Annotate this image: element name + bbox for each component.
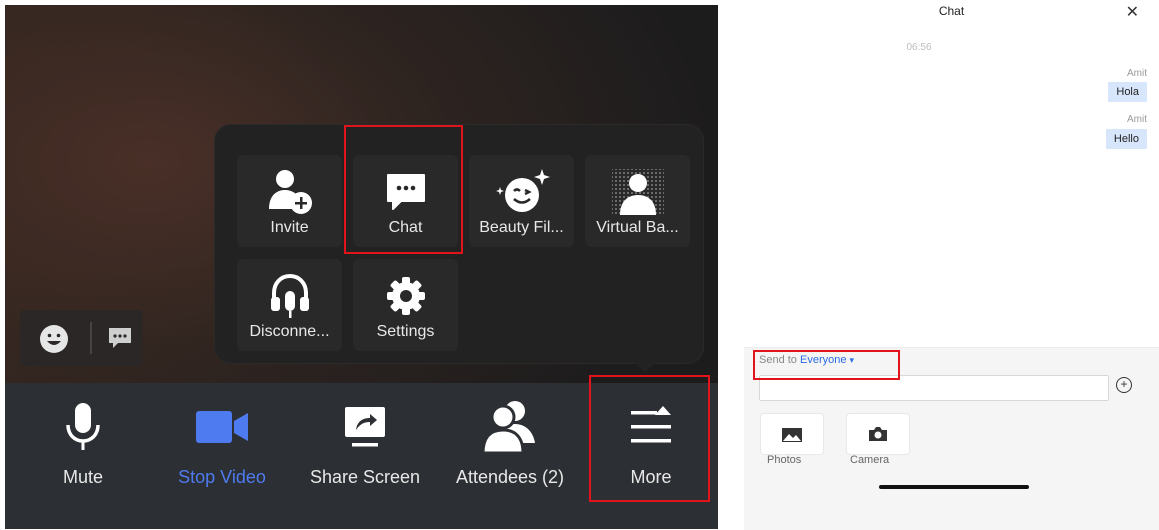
message-bubble: Hello (1105, 129, 1147, 149)
stop-video-label: Stop Video (178, 467, 266, 487)
virtual-background-icon (585, 167, 690, 217)
more-button[interactable]: More (601, 383, 701, 493)
invite-button[interactable]: Invite (237, 155, 342, 247)
smiley-icon[interactable] (39, 324, 69, 359)
reaction-chat-icon[interactable] (107, 326, 133, 355)
reaction-divider (90, 322, 92, 354)
gear-icon (353, 271, 458, 321)
photo-icon (781, 427, 803, 448)
beauty-filter-button[interactable]: Beauty Fil... (469, 155, 574, 247)
attendees-label: Attendees (2) (455, 467, 565, 487)
video-camera-icon (194, 397, 250, 457)
compose-area: Send to Everyone ▾ + Photos Camera (744, 347, 1159, 530)
message-sender: Amit (1127, 114, 1147, 125)
plus-icon[interactable]: + (1116, 377, 1132, 393)
dropdown-icon: ▾ (849, 355, 855, 365)
disconnect-audio-button[interactable]: Disconne... (237, 259, 342, 351)
chat-title: Chat (938, 4, 965, 18)
add-person-icon (237, 167, 342, 217)
more-menu-icon (628, 397, 674, 457)
send-to-prefix: Send to (759, 354, 797, 366)
meeting-toolbar: Mute Stop Video Share Screen Attendees (… (5, 383, 718, 529)
chat-button[interactable]: Chat (353, 155, 458, 247)
headphones-icon (237, 271, 342, 321)
beauty-filter-icon (469, 167, 574, 217)
chat-label: Chat (388, 219, 423, 236)
virtual-background-button[interactable]: Virtual Ba... (585, 155, 690, 247)
share-screen-label: Share Screen (309, 467, 421, 487)
camera-label: Camera (850, 454, 890, 466)
attendees-icon (479, 397, 541, 457)
settings-label: Settings (376, 323, 435, 340)
chat-panel: Chat ✕ 06:56 Amit Hola Amit Hello Send t… (744, 0, 1159, 530)
more-menu-panel: Invite Chat Beauty Fil... Virtual Ba... … (215, 125, 703, 373)
reaction-bar (20, 310, 143, 366)
mute-button[interactable]: Mute (43, 383, 123, 493)
message-input[interactable] (759, 375, 1109, 401)
meeting-screen: Invite Chat Beauty Fil... Virtual Ba... … (5, 5, 718, 529)
invite-label: Invite (270, 219, 309, 236)
attendees-button[interactable]: Attendees (2) (445, 383, 575, 493)
beauty-filter-label: Beauty Fil... (479, 219, 564, 236)
photos-button[interactable] (760, 413, 824, 455)
chat-bubble-icon (353, 167, 458, 217)
send-to-selector[interactable]: Send to Everyone ▾ (759, 354, 854, 366)
camera-button[interactable] (846, 413, 910, 455)
microphone-icon (63, 397, 103, 457)
stop-video-button[interactable]: Stop Video (167, 383, 277, 493)
camera-icon (868, 426, 888, 447)
share-screen-button[interactable]: Share Screen (300, 383, 430, 493)
disconnect-audio-label: Disconne... (249, 323, 330, 340)
menu-caret (635, 363, 655, 373)
virtual-background-label: Virtual Ba... (596, 219, 679, 236)
close-icon[interactable]: ✕ (1126, 2, 1139, 22)
more-label: More (630, 467, 672, 487)
message-sender: Amit (1127, 68, 1147, 79)
share-screen-icon (342, 397, 388, 457)
message-bubble: Hola (1108, 82, 1147, 102)
chat-header: Chat ✕ (744, 0, 1159, 22)
photos-label: Photos (767, 454, 802, 466)
send-to-target: Everyone (799, 354, 847, 366)
home-indicator (879, 485, 1029, 489)
chat-timestamp: 06:56 (906, 42, 932, 53)
mute-label: Mute (62, 467, 104, 487)
settings-button[interactable]: Settings (353, 259, 458, 351)
